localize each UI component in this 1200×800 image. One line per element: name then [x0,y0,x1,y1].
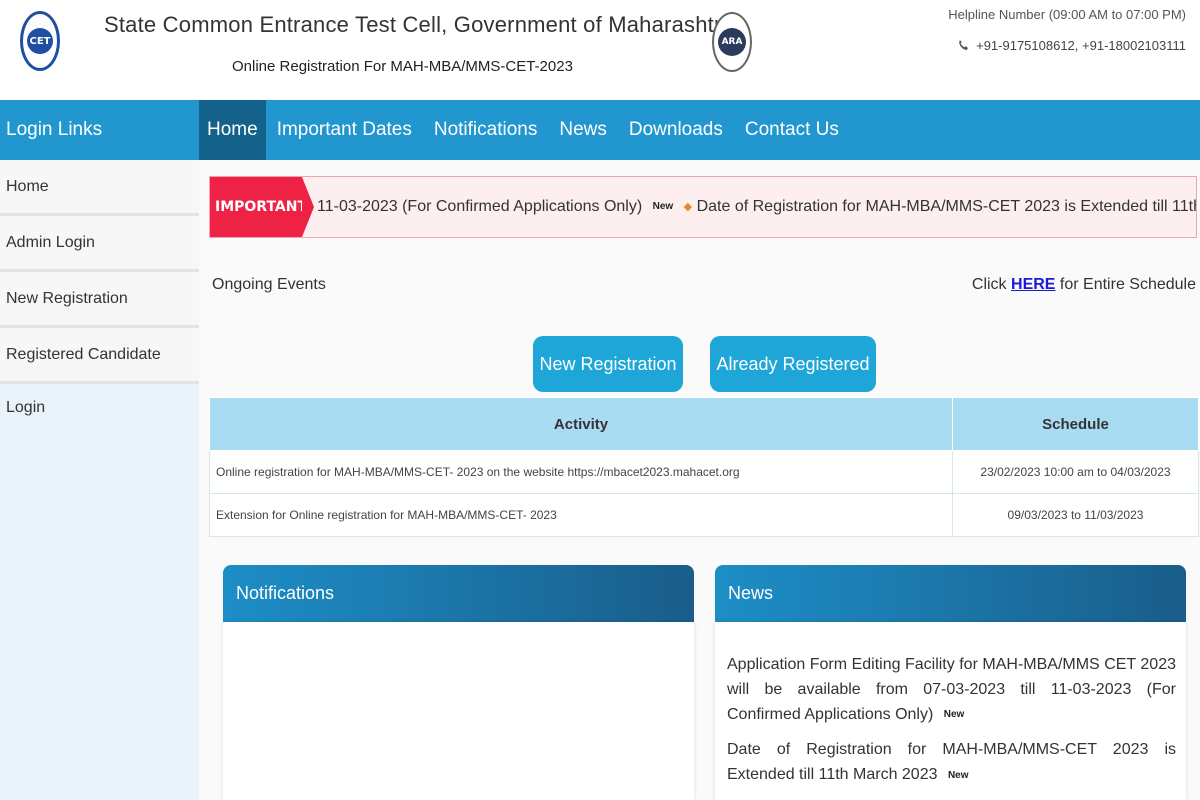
cet-logo: CET [20,11,60,71]
ara-logo: ARA [712,12,752,72]
new-badge: New [943,709,965,721]
activity-cell: Online registration for MAH-MBA/MMS-CET-… [209,450,953,494]
site-title: State Common Entrance Test Cell, Governm… [104,12,734,37]
important-label: IMPORTANT [210,177,314,237]
schedule-cell: 09/03/2023 to 11/03/2023 [952,493,1199,537]
here-link[interactable]: HERE [1011,276,1055,293]
important-ticker: IMPORTANT 11-03-2023 (For Confirmed Appl… [209,176,1197,238]
already-registered-button[interactable]: Already Registered [710,336,876,392]
sidebar: Home Admin Login New Registration Regist… [0,160,199,800]
helpline-phone-text: +91-9175108612, +91-18002103111 [976,38,1186,53]
site-subtitle: Online Registration For MAH-MBA/MMS-CET-… [232,58,573,75]
new-badge: New [652,201,674,212]
ongoing-events-label: Ongoing Events [212,276,326,293]
activity-header: Activity [209,397,953,451]
nav-downloads[interactable]: Downloads [618,100,734,160]
new-badge: New [947,769,969,781]
activity-schedule-table: Activity Schedule Online registration fo… [209,397,1199,537]
table-row: Extension for Online registration for MA… [209,493,1199,537]
helpline-phone: +91-9175108612, +91-18002103111 [957,38,1186,53]
sidebar-item-registered-candidate-login[interactable]: Registered Candidate Login [0,328,199,416]
table-header-row: Activity Schedule [209,397,1199,451]
schedule-cell: 23/02/2023 10:00 am to 04/03/2023 [952,450,1199,494]
notifications-panel-body [223,622,694,800]
nav-news[interactable]: News [548,100,618,160]
schedule-prefix: Click [971,276,1007,293]
entire-schedule-text: Click HERE for Entire Schedule [972,276,1196,294]
activity-cell: Extension for Online registration for MA… [209,493,953,537]
sidebar-item-new-registration[interactable]: New Registration [0,272,199,328]
nav-home[interactable]: Home [199,100,266,160]
new-registration-button[interactable]: New Registration [533,336,683,392]
table-row: Online registration for MAH-MBA/MMS-CET-… [209,450,1199,494]
main-content: IMPORTANT 11-03-2023 (For Confirmed Appl… [199,160,1200,800]
ticker-text[interactable]: 11-03-2023 (For Confirmed Applications O… [317,177,1196,237]
sidebar-item-home[interactable]: Home [0,160,199,216]
helpline-title: Helpline Number (09:00 AM to 07:00 PM) [948,7,1186,22]
site-header: CET State Common Entrance Test Cell, Gov… [0,0,1200,100]
phone-icon [959,39,968,50]
news-panel-title: News [715,565,1186,622]
news-item[interactable]: Application Form Editing Facility for MA… [727,652,1176,727]
nav-notifications[interactable]: Notifications [423,100,549,160]
news-item[interactable]: Date of Registration for MAH-MBA/MMS-CET… [727,737,1176,787]
nav-contact-us[interactable]: Contact Us [734,100,850,160]
schedule-header: Schedule [952,397,1199,451]
nav-important-dates[interactable]: Important Dates [266,100,423,160]
login-links-title: Login Links [6,119,103,140]
ara-logo-text: ARA [718,28,746,56]
ticker-text-1: 11-03-2023 (For Confirmed Applications O… [317,198,643,216]
news-panel-body: Application Form Editing Facility for MA… [715,622,1186,800]
schedule-suffix: for Entire Schedule [1059,276,1196,293]
diamond-icon: ◆ [683,201,693,213]
cet-logo-text: CET [27,28,53,54]
ticker-text-2: Date of Registration for MAH-MBA/MMS-CET… [696,198,1196,216]
main-nav: Home Important Dates Notifications News … [199,100,850,160]
sidebar-item-admin-login[interactable]: Admin Login [0,216,199,272]
notifications-panel-title: Notifications [223,565,694,622]
